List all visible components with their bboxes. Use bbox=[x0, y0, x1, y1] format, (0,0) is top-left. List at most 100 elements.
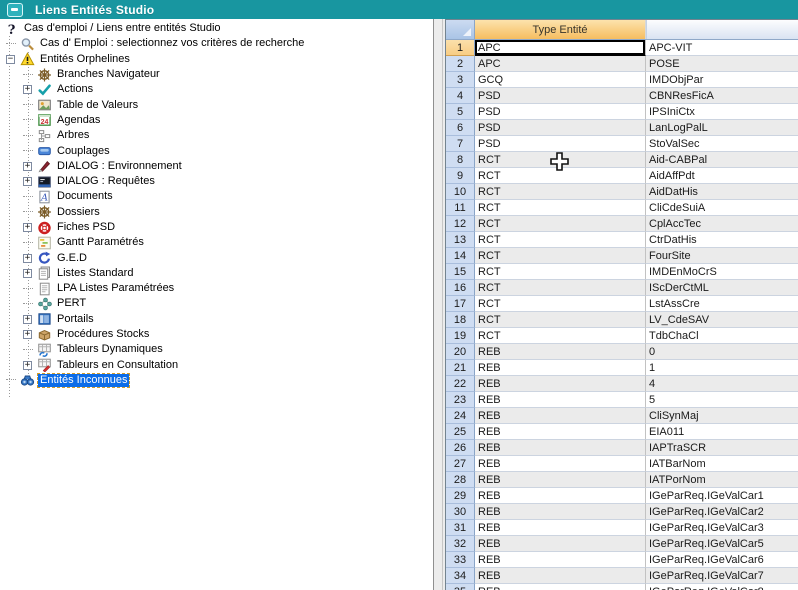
name-cell[interactable]: CtrDatHis bbox=[646, 232, 798, 248]
name-cell[interactable]: FourSite bbox=[646, 248, 798, 264]
tree-item[interactable]: Entités Inconnues bbox=[0, 373, 433, 388]
tree-item[interactable]: A Documents bbox=[0, 189, 433, 204]
type-cell[interactable]: RCT bbox=[475, 280, 646, 296]
name-cell[interactable]: LV_CdeSAV bbox=[646, 312, 798, 328]
type-cell[interactable]: REB bbox=[475, 456, 646, 472]
tree-item[interactable]: PERT bbox=[0, 296, 433, 311]
tree-item[interactable]: Couplages bbox=[0, 143, 433, 158]
name-cell[interactable]: IMDObjPar bbox=[646, 72, 798, 88]
name-cell[interactable]: APC-VIT bbox=[646, 40, 798, 56]
name-cell[interactable]: LanLogPalL bbox=[646, 120, 798, 136]
name-cell[interactable]: IGeParReq.IGeValCar1 bbox=[646, 488, 798, 504]
name-cell[interactable]: TdbChaCl bbox=[646, 328, 798, 344]
name-cell[interactable]: StoValSec bbox=[646, 136, 798, 152]
row-number-cell[interactable]: 7 bbox=[446, 136, 475, 152]
name-cell[interactable]: IMDEnMoCrS bbox=[646, 264, 798, 280]
panel-splitter[interactable] bbox=[433, 19, 445, 590]
tree-item[interactable]: − Entités Orphelines bbox=[0, 52, 433, 67]
type-cell[interactable]: REB bbox=[475, 392, 646, 408]
expander-plus-icon[interactable]: + bbox=[23, 223, 32, 232]
column-header-type-entite[interactable]: Type Entité bbox=[475, 20, 646, 39]
tree-item[interactable]: Cas d' Emploi : selectionnez vos critère… bbox=[0, 36, 433, 51]
expander-plus-icon[interactable]: + bbox=[23, 254, 32, 263]
type-cell[interactable]: RCT bbox=[475, 232, 646, 248]
type-cell[interactable]: REB bbox=[475, 472, 646, 488]
select-all-corner-cell[interactable] bbox=[446, 20, 475, 39]
tree-item[interactable]: Tableurs Dynamiques bbox=[0, 342, 433, 357]
type-cell[interactable]: REB bbox=[475, 552, 646, 568]
row-number-cell[interactable]: 3 bbox=[446, 72, 475, 88]
type-cell[interactable]: REB bbox=[475, 584, 646, 590]
row-number-cell[interactable]: 12 bbox=[446, 216, 475, 232]
tree-item[interactable]: + Actions bbox=[0, 82, 433, 97]
tree-item[interactable]: + Procédures Stocks bbox=[0, 327, 433, 342]
expander-plus-icon[interactable]: + bbox=[23, 177, 32, 186]
type-cell[interactable]: RCT bbox=[475, 296, 646, 312]
expander-plus-icon[interactable]: + bbox=[23, 85, 32, 94]
type-cell[interactable]: REB bbox=[475, 520, 646, 536]
row-number-cell[interactable]: 29 bbox=[446, 488, 475, 504]
row-number-cell[interactable]: 25 bbox=[446, 424, 475, 440]
tree-item[interactable]: + Tableurs en Consultation bbox=[0, 358, 433, 373]
type-cell[interactable]: REB bbox=[475, 504, 646, 520]
row-number-cell[interactable]: 32 bbox=[446, 536, 475, 552]
window-icon[interactable] bbox=[7, 3, 23, 17]
name-cell[interactable]: CBNResFicA bbox=[646, 88, 798, 104]
name-cell[interactable]: IAPTraSCR bbox=[646, 440, 798, 456]
expander-plus-icon[interactable]: + bbox=[23, 315, 32, 324]
type-cell[interactable]: RCT bbox=[475, 248, 646, 264]
name-cell[interactable]: POSE bbox=[646, 56, 798, 72]
row-number-cell[interactable]: 26 bbox=[446, 440, 475, 456]
name-cell[interactable]: LstAssCre bbox=[646, 296, 798, 312]
type-cell[interactable]: PSD bbox=[475, 120, 646, 136]
row-number-cell[interactable]: 22 bbox=[446, 376, 475, 392]
type-cell[interactable]: RCT bbox=[475, 264, 646, 280]
type-cell[interactable]: REB bbox=[475, 376, 646, 392]
expander-plus-icon[interactable]: + bbox=[23, 269, 32, 278]
row-number-cell[interactable]: 28 bbox=[446, 472, 475, 488]
name-cell[interactable]: IScDerCtML bbox=[646, 280, 798, 296]
tree-item[interactable]: ? Cas d'emploi / Liens entre entités Stu… bbox=[0, 21, 433, 36]
type-cell[interactable]: PSD bbox=[475, 104, 646, 120]
row-number-cell[interactable]: 21 bbox=[446, 360, 475, 376]
type-cell[interactable]: RCT bbox=[475, 328, 646, 344]
row-number-cell[interactable]: 5 bbox=[446, 104, 475, 120]
type-cell[interactable]: RCT bbox=[475, 216, 646, 232]
tree-item[interactable]: Table de Valeurs bbox=[0, 97, 433, 112]
column-header-name[interactable] bbox=[646, 20, 798, 39]
name-cell[interactable]: 5 bbox=[646, 392, 798, 408]
type-cell[interactable]: REB bbox=[475, 424, 646, 440]
row-number-cell[interactable]: 34 bbox=[446, 568, 475, 584]
type-cell[interactable]: REB bbox=[475, 344, 646, 360]
name-cell[interactable]: IGeParReq.IGeValCar7 bbox=[646, 568, 798, 584]
tree-item[interactable]: + Listes Standard bbox=[0, 266, 433, 281]
type-cell[interactable]: REB bbox=[475, 440, 646, 456]
type-cell[interactable]: GCQ bbox=[475, 72, 646, 88]
row-number-cell[interactable]: 14 bbox=[446, 248, 475, 264]
expander-minus-icon[interactable]: − bbox=[6, 55, 15, 64]
row-number-cell[interactable]: 24 bbox=[446, 408, 475, 424]
name-cell[interactable]: CliCdeSuiA bbox=[646, 200, 798, 216]
row-number-cell[interactable]: 18 bbox=[446, 312, 475, 328]
name-cell[interactable]: 1 bbox=[646, 360, 798, 376]
row-number-cell[interactable]: 23 bbox=[446, 392, 475, 408]
name-cell[interactable]: IATBarNom bbox=[646, 456, 798, 472]
type-cell[interactable]: RCT bbox=[475, 168, 646, 184]
tree-item[interactable]: Dossiers bbox=[0, 205, 433, 220]
tree-item[interactable]: Branches Navigateur bbox=[0, 67, 433, 82]
type-cell[interactable]: APC bbox=[475, 56, 646, 72]
tree-item[interactable]: + DIALOG : Requêtes bbox=[0, 174, 433, 189]
name-cell[interactable]: 4 bbox=[646, 376, 798, 392]
row-number-cell[interactable]: 13 bbox=[446, 232, 475, 248]
tree-item[interactable]: 24 Agendas bbox=[0, 113, 433, 128]
row-number-cell[interactable]: 10 bbox=[446, 184, 475, 200]
tree-item[interactable]: Arbres bbox=[0, 128, 433, 143]
row-number-cell[interactable]: 17 bbox=[446, 296, 475, 312]
expander-plus-icon[interactable]: + bbox=[23, 162, 32, 171]
name-cell[interactable]: 0 bbox=[646, 344, 798, 360]
row-number-cell[interactable]: 35 bbox=[446, 584, 475, 590]
row-number-cell[interactable]: 8 bbox=[446, 152, 475, 168]
tree-item[interactable]: + Fiches PSD bbox=[0, 220, 433, 235]
row-number-cell[interactable]: 11 bbox=[446, 200, 475, 216]
name-cell[interactable]: IPSIniCtx bbox=[646, 104, 798, 120]
